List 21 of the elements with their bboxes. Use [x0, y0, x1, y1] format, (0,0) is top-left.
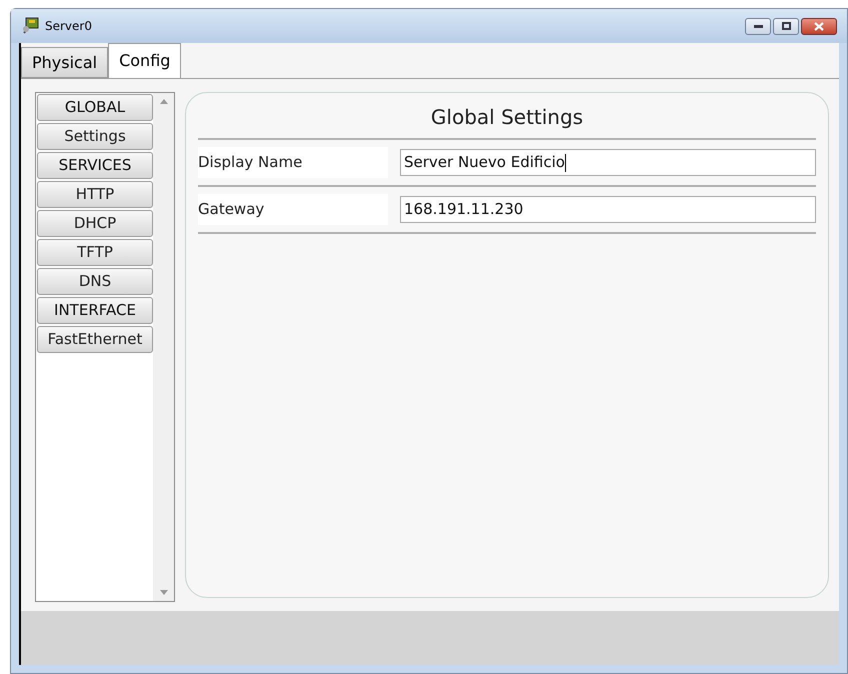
field-label: Gateway	[198, 194, 388, 225]
close-icon	[814, 22, 824, 30]
sidebar-item[interactable]: TFTP	[37, 239, 153, 266]
sidebar-item[interactable]: DNS	[37, 268, 153, 295]
section-header[interactable]: GLOBAL	[37, 94, 153, 121]
tab[interactable]: Config	[108, 43, 182, 78]
close-button[interactable]	[801, 18, 837, 34]
minimize-button[interactable]	[745, 18, 771, 34]
sidebar-item[interactable]: FastEthernet	[37, 326, 153, 353]
sidebar-item[interactable]: DHCP	[37, 210, 153, 237]
maximize-button[interactable]	[773, 18, 799, 34]
text-field[interactable]: 168.191.11.230	[400, 196, 816, 223]
panel-title: Global Settings	[198, 93, 816, 140]
sidebar-item[interactable]: Settings	[37, 123, 153, 150]
window-title: Server0	[45, 18, 92, 35]
field-label: Display Name	[198, 147, 388, 178]
sidebar-item[interactable]: HTTP	[37, 181, 153, 208]
section-header[interactable]: SERVICES	[37, 152, 153, 179]
text-field[interactable]: Server Nuevo Edificio	[400, 149, 816, 176]
tab[interactable]: Physical	[21, 47, 108, 78]
section-header[interactable]: INTERFACE	[37, 297, 153, 324]
